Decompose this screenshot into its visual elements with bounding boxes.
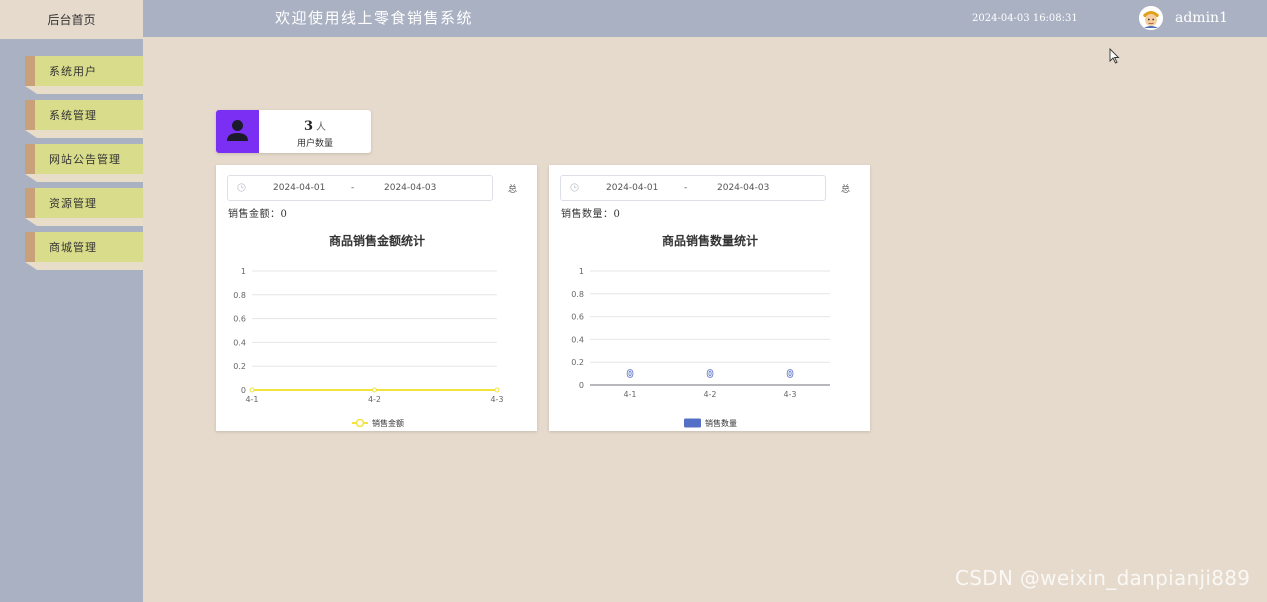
- legend-marker-icon: [355, 418, 365, 428]
- user-count-number: 3: [303, 119, 314, 134]
- y-tick-label: 0.4: [233, 338, 246, 347]
- sidebar-item-shadow: [25, 218, 143, 226]
- y-tick-label: 0.8: [571, 290, 584, 299]
- date-separator: -: [351, 183, 355, 193]
- y-tick-label: 0.8: [233, 291, 246, 300]
- end-date-input[interactable]: 2024-04-03: [384, 183, 436, 193]
- sidebar-item-system-users[interactable]: 系统用户: [25, 56, 143, 94]
- sidebar-item-shadow: [25, 130, 143, 138]
- y-tick-label: 1: [579, 267, 584, 276]
- bar-data-label: 0: [707, 369, 713, 380]
- total-button[interactable]: 总: [508, 182, 517, 195]
- sidebar-item-shadow: [25, 86, 143, 94]
- sidebar-item-label: 商城管理: [25, 232, 143, 262]
- date-range-picker[interactable]: 2024-04-01 - 2024-04-03: [227, 175, 493, 201]
- legend-label: 销售数量: [705, 418, 737, 428]
- sidebar-item-shadow: [25, 262, 143, 270]
- sales-amount-card: 2024-04-01 - 2024-04-03 总 销售金额：0 商品销售金额统…: [216, 165, 537, 431]
- datetime-display: 2024-04-03 16:08:31: [972, 13, 1078, 24]
- sidebar-item-label: 资源管理: [25, 188, 143, 218]
- user-count-value: 3人: [259, 118, 371, 134]
- start-date-input[interactable]: 2024-04-01: [273, 183, 325, 193]
- x-tick-label: 4-3: [783, 390, 796, 399]
- user-count-unit: 人: [316, 122, 327, 133]
- y-tick-label: 0.6: [571, 313, 584, 322]
- date-separator: -: [684, 183, 688, 193]
- y-tick-label: 0.4: [571, 335, 584, 344]
- avatar-icon: [1139, 6, 1163, 30]
- end-date-input[interactable]: 2024-04-03: [717, 183, 769, 193]
- sidebar-item-mall[interactable]: 商城管理: [25, 232, 143, 270]
- chart-title: 商品销售数量统计: [662, 233, 758, 248]
- legend-color-icon: [684, 418, 701, 428]
- x-tick-label: 4-2: [703, 390, 716, 399]
- sidebar-item-shadow: [25, 174, 143, 182]
- stat-icon-box: [216, 110, 259, 153]
- top-bar: 欢迎使用线上零食销售系统 2024-04-03 16:08:31 admin1: [0, 0, 1267, 37]
- x-tick-label: 4-1: [245, 395, 258, 404]
- sidebar-item-label: 系统用户: [25, 56, 143, 86]
- sales-count-chart: 商品销售数量统计 0 0.2 0.4 0.6 0.8 1 4-1 4-2 4-3 0 0 0 销售数量: [571, 233, 830, 428]
- data-point: [249, 387, 255, 393]
- sidebar: 系统用户 系统管理 网站公告管理 资源管理 商城管理: [0, 39, 143, 602]
- username-link[interactable]: admin1: [1175, 0, 1228, 37]
- y-tick-label: 0.6: [233, 315, 246, 324]
- sidebar-item-label: 网站公告管理: [25, 144, 143, 174]
- data-point: [494, 387, 500, 393]
- x-tick-label: 4-1: [623, 390, 636, 399]
- y-tick-label: 1: [241, 267, 246, 276]
- clock-icon: [237, 183, 246, 192]
- sidebar-item-resources[interactable]: 资源管理: [25, 188, 143, 226]
- sidebar-item-label: 系统管理: [25, 100, 143, 130]
- user-icon: [227, 120, 248, 141]
- x-tick-label: 4-3: [490, 395, 503, 404]
- app-title: 欢迎使用线上零食销售系统: [275, 9, 474, 27]
- avatar[interactable]: [1139, 6, 1163, 30]
- watermark: CSDN @weixin_danpianji889: [955, 566, 1251, 590]
- y-tick-label: 0.2: [571, 358, 584, 367]
- total-button[interactable]: 总: [841, 182, 850, 195]
- legend-label: 销售金额: [372, 418, 404, 428]
- mouse-cursor-icon: [1109, 48, 1120, 64]
- home-tab[interactable]: 后台首页: [0, 0, 143, 39]
- x-tick-label: 4-2: [368, 395, 381, 404]
- y-tick-label: 0.2: [233, 362, 246, 371]
- user-count-card: 3人 用户数量: [216, 110, 371, 153]
- data-point: [372, 387, 377, 393]
- clock-icon: [570, 183, 579, 192]
- chart-title: 商品销售金额统计: [329, 233, 425, 248]
- sidebar-item-system-management[interactable]: 系统管理: [25, 100, 143, 138]
- sales-count-card: 2024-04-01 - 2024-04-03 总 销售数量：0 商品销售数量统…: [549, 165, 870, 431]
- date-range-picker[interactable]: 2024-04-01 - 2024-04-03: [560, 175, 826, 201]
- y-tick-label: 0: [579, 381, 584, 390]
- y-tick-label: 0: [241, 386, 246, 395]
- start-date-input[interactable]: 2024-04-01: [606, 183, 658, 193]
- user-count-label: 用户数量: [296, 139, 333, 149]
- sales-count-summary: 销售数量：0: [561, 209, 621, 220]
- sidebar-item-announcements[interactable]: 网站公告管理: [25, 144, 143, 182]
- sales-amount-summary: 销售金额：0: [228, 209, 288, 220]
- sales-amount-chart: 商品销售金额统计 0 0.2 0.4 0.6 0.8 1 4-1 4-2 4-3 销售金额: [233, 233, 503, 428]
- bar-data-label: 0: [627, 369, 633, 380]
- bar-data-label: 0: [787, 369, 793, 380]
